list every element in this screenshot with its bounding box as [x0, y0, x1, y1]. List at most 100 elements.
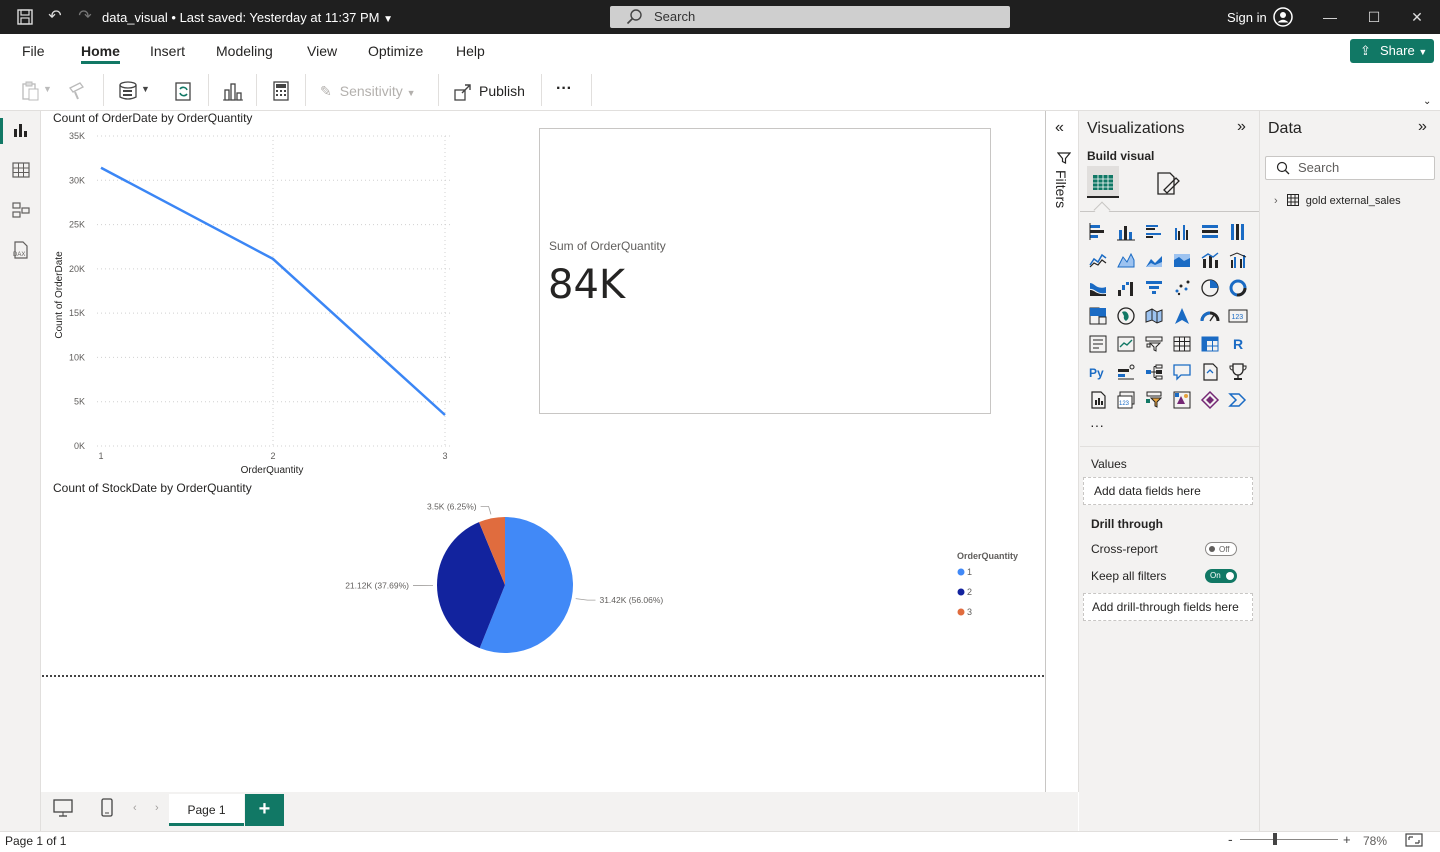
clustered-column-icon[interactable] — [1172, 222, 1192, 242]
chevron-right-icon[interactable]: › — [1274, 195, 1278, 207]
undo-icon[interactable]: ↶ — [46, 8, 64, 26]
chevron-down-icon[interactable]: ▼ — [383, 14, 393, 25]
dax-query-view-icon[interactable]: DAX — [11, 240, 31, 260]
collapse-visualizations-icon[interactable]: » — [1237, 118, 1246, 136]
zoom-slider-thumb[interactable] — [1273, 833, 1277, 845]
menu-insert[interactable]: Insert — [150, 43, 185, 59]
more-options-icon[interactable]: ··· — [556, 80, 572, 98]
r-visual-icon[interactable]: R — [1228, 334, 1248, 354]
model-view-icon[interactable] — [11, 200, 31, 220]
slicer-icon[interactable] — [1144, 334, 1164, 354]
close-icon[interactable]: ✕ — [1409, 9, 1425, 25]
matrix-icon[interactable] — [1200, 334, 1220, 354]
zoom-in-icon[interactable]: + — [1343, 832, 1351, 847]
qa-icon[interactable] — [1172, 362, 1192, 382]
redo-icon[interactable]: ↷ — [76, 8, 94, 26]
pie-icon[interactable] — [1200, 278, 1220, 298]
format-painter-icon[interactable] — [66, 80, 88, 102]
map-icon[interactable] — [1116, 306, 1136, 326]
key-influencers-icon[interactable] — [1116, 362, 1136, 382]
collapse-data-icon[interactable]: » — [1418, 118, 1427, 136]
save-icon[interactable] — [16, 8, 34, 26]
clustered-bar-icon[interactable] — [1144, 222, 1164, 242]
collapse-ribbon-icon[interactable]: ⌄ — [1423, 96, 1431, 107]
drill-through-well[interactable]: Add drill-through fields here — [1083, 593, 1253, 621]
share-button[interactable]: ⇪ Share ▼ — [1350, 39, 1434, 63]
cross-report-toggle[interactable]: Off — [1205, 542, 1237, 556]
narrative-icon[interactable] — [1200, 362, 1220, 382]
report-view-icon[interactable] — [11, 120, 31, 140]
tab-page-1[interactable]: Page 1 — [169, 794, 244, 826]
filters-pane[interactable] — [1046, 111, 1079, 792]
100-stacked-bar-icon[interactable] — [1200, 222, 1220, 242]
area-chart-icon[interactable] — [1116, 250, 1136, 270]
filled-map-icon[interactable] — [1144, 306, 1164, 326]
menu-file[interactable]: File — [22, 43, 45, 59]
calculator-icon[interactable] — [270, 80, 292, 102]
power-automate-icon[interactable] — [1200, 390, 1220, 410]
line-clustered-column-icon[interactable] — [1228, 250, 1248, 270]
chevron-down-icon[interactable]: ▼ — [43, 84, 52, 94]
paginated-report-icon[interactable] — [1088, 390, 1108, 410]
card-icon[interactable]: 123 — [1228, 306, 1248, 326]
slicer-new-icon[interactable] — [1144, 390, 1164, 410]
file-title[interactable]: data_visual • Last saved: Yesterday at 1… — [102, 10, 393, 25]
more-visuals-icon[interactable]: ··· — [1090, 417, 1104, 433]
add-page-button[interactable]: + — [245, 794, 284, 826]
desktop-layout-icon[interactable] — [52, 798, 74, 818]
stacked-column-icon[interactable] — [1116, 222, 1136, 242]
next-page-icon[interactable]: › — [155, 802, 159, 814]
data-search-input[interactable]: Search — [1265, 156, 1435, 180]
mobile-layout-icon[interactable] — [99, 797, 115, 819]
build-visual-tab[interactable] — [1087, 166, 1119, 198]
table-item[interactable]: › gold external_sales — [1274, 193, 1401, 209]
menu-help[interactable]: Help — [456, 43, 485, 59]
stacked-bar-icon[interactable] — [1088, 222, 1108, 242]
pie-chart[interactable]: 31.42K (56.06%) 21.12K (37.69%) 3.5K (6.25… — [45, 497, 1045, 672]
gauge-icon[interactable] — [1200, 306, 1220, 326]
menu-home[interactable]: Home — [81, 43, 120, 59]
fit-to-page-icon[interactable] — [1405, 833, 1423, 847]
waterfall-icon[interactable] — [1116, 278, 1136, 298]
refresh-icon[interactable] — [173, 80, 195, 102]
keep-filters-toggle[interactable]: On — [1205, 569, 1237, 583]
line-chart[interactable]: 0K 5K 10K 15K 20K 25K 30K 35K 1 2 3 OrderQuantity Co… — [45, 127, 465, 482]
prev-page-icon[interactable]: ‹ — [133, 802, 137, 814]
new-visual-icon[interactable] — [222, 80, 244, 102]
filters-label[interactable]: Filters — [1053, 170, 1069, 208]
search-input[interactable]: Search — [610, 6, 1010, 28]
scatter-icon[interactable] — [1172, 278, 1192, 298]
multi-row-card-icon[interactable] — [1088, 334, 1108, 354]
funnel-icon[interactable] — [1144, 278, 1164, 298]
power-apps-icon[interactable] — [1172, 390, 1192, 410]
expand-filters-icon[interactable]: « — [1055, 119, 1064, 137]
power-bi-icon[interactable] — [1228, 390, 1248, 410]
sensitivity-button[interactable]: ✎ Sensitivity ▼ — [320, 80, 416, 102]
treemap-icon[interactable] — [1088, 306, 1108, 326]
chevron-down-icon[interactable]: ▼ — [141, 84, 150, 94]
ribbon-chart-icon[interactable] — [1088, 278, 1108, 298]
python-visual-icon[interactable]: Py — [1088, 362, 1108, 382]
metrics-icon[interactable] — [1228, 362, 1248, 382]
card-new-icon[interactable]: 123 — [1116, 390, 1136, 410]
line-column-icon[interactable] — [1200, 250, 1220, 270]
menu-optimize[interactable]: Optimize — [368, 43, 423, 59]
azure-map-icon[interactable] — [1172, 306, 1192, 326]
publish-button[interactable]: Publish — [453, 80, 525, 102]
menu-view[interactable]: View — [307, 43, 337, 59]
values-well[interactable]: Add data fields here — [1083, 477, 1253, 505]
line-chart-icon[interactable] — [1088, 250, 1108, 270]
decomposition-tree-icon[interactable] — [1144, 362, 1164, 382]
100-stacked-area-icon[interactable] — [1172, 250, 1192, 270]
signin-link[interactable]: Sign in — [1227, 10, 1267, 25]
kpi-icon[interactable] — [1116, 334, 1136, 354]
minimize-icon[interactable]: — — [1322, 9, 1338, 25]
table-icon[interactable] — [1172, 334, 1192, 354]
zoom-slider[interactable] — [1240, 839, 1338, 840]
paste-icon[interactable] — [20, 80, 42, 102]
menu-modeling[interactable]: Modeling — [216, 43, 273, 59]
table-view-icon[interactable] — [11, 160, 31, 180]
zoom-out-icon[interactable]: - — [1228, 831, 1233, 847]
donut-icon[interactable] — [1228, 278, 1248, 298]
100-stacked-column-icon[interactable] — [1228, 222, 1248, 242]
